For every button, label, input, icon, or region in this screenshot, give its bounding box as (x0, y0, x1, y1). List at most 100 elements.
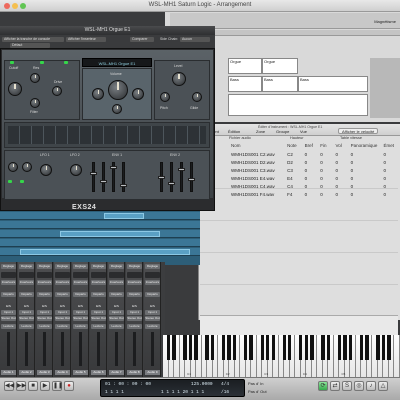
black-key[interactable] (326, 335, 331, 360)
channel-eq-display[interactable] (73, 272, 88, 278)
col-fine[interactable]: Bref (305, 143, 319, 149)
channel-output-select[interactable]: Stereo Out (55, 316, 70, 321)
lfo1-rate-knob[interactable] (40, 164, 52, 176)
zone-cell[interactable]: 0 (351, 167, 382, 173)
black-key[interactable] (243, 335, 248, 360)
black-key[interactable] (381, 335, 386, 360)
pause-icon[interactable]: ❚❚ (52, 381, 63, 391)
show-insert-button[interactable]: Afficher l'inserteur (66, 37, 106, 42)
channel-output-select[interactable]: Stereo Out (109, 316, 124, 321)
zone-cell[interactable]: 0 (320, 191, 333, 197)
channel-inserts-label[interactable]: Inserteurs (109, 280, 124, 285)
black-key[interactable] (172, 335, 176, 360)
channel-sends-label[interactable]: Départs (19, 292, 34, 297)
black-key[interactable] (321, 335, 325, 360)
zone-cell[interactable]: F4 (287, 191, 302, 197)
channel-output-select[interactable]: Stereo Out (1, 316, 16, 321)
zone-cell[interactable]: 0 (305, 191, 319, 197)
lfo-led[interactable] (8, 180, 12, 183)
black-key[interactable] (205, 335, 209, 360)
col-end[interactable]: Fin (320, 143, 333, 149)
black-key[interactable] (249, 335, 253, 360)
drive-knob[interactable] (52, 86, 62, 96)
env2-sustain-slider[interactable] (180, 162, 183, 192)
black-key[interactable] (304, 335, 308, 360)
channel-fader[interactable] (151, 332, 154, 366)
env2-decay-slider[interactable] (170, 162, 173, 192)
black-key[interactable] (227, 335, 231, 360)
stop-icon[interactable]: ■ (28, 381, 38, 391)
channel-setting-button[interactable]: Réglage (109, 264, 124, 269)
zone-file-cell[interactable]: WMH1DS001 C2.wav (231, 151, 285, 157)
track-region[interactable] (60, 231, 160, 237)
black-key[interactable] (266, 335, 270, 360)
channel-input-select[interactable]: Input 1 (91, 310, 106, 315)
black-key[interactable] (260, 335, 264, 360)
channel-setting-button[interactable]: Réglage (37, 264, 52, 269)
black-key[interactable] (288, 335, 292, 360)
black-key[interactable] (166, 335, 171, 360)
zone-cell[interactable]: 0 (383, 191, 398, 197)
white-key[interactable] (394, 335, 400, 377)
zone-cell[interactable]: 0 (305, 167, 319, 173)
black-key[interactable] (359, 335, 364, 360)
record-icon[interactable]: ● (64, 381, 74, 391)
mod-slots[interactable] (8, 126, 206, 144)
resonance-knob[interactable] (30, 73, 40, 83)
channel-eq-display[interactable] (55, 272, 70, 278)
zone-cell[interactable]: 0 (305, 159, 319, 165)
channel-setting-button[interactable]: Réglage (73, 264, 88, 269)
channel-input-select[interactable]: Input 1 (73, 310, 88, 315)
table-row[interactable]: WMH1DS001 F4.wav F4 0 0 0 0 0 (231, 191, 398, 197)
black-key[interactable] (271, 335, 275, 360)
track-lane[interactable] (0, 230, 200, 238)
zone-cell[interactable]: 0 (351, 191, 382, 197)
channel-fader[interactable] (79, 332, 82, 366)
forward-icon[interactable]: ▶▶ (16, 381, 26, 391)
zone-cell[interactable]: E4 (287, 175, 302, 181)
arrange-region[interactable]: Bass (228, 76, 262, 92)
channel-automation-select[interactable]: Lecture (109, 324, 124, 329)
channel-automation-select[interactable]: Lecture (37, 324, 52, 329)
preset-select[interactable]: Défaut (10, 43, 50, 48)
channel-sends-label[interactable]: Départs (109, 292, 124, 297)
black-key[interactable] (210, 335, 215, 360)
col-pan[interactable]: Panoramique (351, 143, 382, 149)
channel-fader[interactable] (115, 332, 118, 366)
transport-lcd[interactable]: 01 : 00 : 00 : 00 1 1 1 1 1 1 1 1 20 1 1… (100, 379, 245, 397)
zone-cell[interactable]: 0 (383, 175, 398, 181)
black-key[interactable] (337, 335, 342, 360)
black-key[interactable] (343, 335, 347, 360)
slider-handle[interactable] (178, 168, 185, 171)
black-key[interactable] (232, 335, 237, 360)
pitch-knob[interactable] (132, 88, 144, 100)
pitch-bend-knob[interactable] (160, 92, 170, 102)
zone-file-cell[interactable]: WMH1DS001 C3.wav (231, 167, 285, 173)
zone-cell[interactable]: 0 (305, 175, 319, 181)
channel-automation-select[interactable]: Lecture (145, 324, 160, 329)
channel-sends-label[interactable]: Départs (145, 292, 160, 297)
filter-led[interactable] (40, 61, 44, 64)
channel-eq-display[interactable] (109, 272, 124, 278)
channel-setting-button[interactable]: Réglage (127, 264, 142, 269)
channel-input-select[interactable]: Input 1 (109, 310, 124, 315)
zone-file-cell[interactable]: WMH1DS001 F4.wav (231, 191, 285, 197)
channel-fader[interactable] (25, 332, 28, 366)
track-lane[interactable] (0, 239, 200, 247)
track-lane[interactable] (0, 248, 200, 256)
channel-automation-select[interactable]: Lecture (19, 324, 34, 329)
lfo-led[interactable] (20, 180, 24, 183)
zone-cell[interactable]: 0 (320, 167, 333, 173)
channel-eq-display[interactable] (91, 272, 106, 278)
col-name[interactable]: Nom (231, 143, 285, 149)
black-key[interactable] (221, 335, 226, 360)
channel-automation-select[interactable]: Lecture (1, 324, 16, 329)
filter-on-led[interactable] (10, 61, 14, 64)
channel-inserts-label[interactable]: Inserteurs (55, 280, 70, 285)
channel-input-select[interactable]: Input 1 (145, 310, 160, 315)
menu-group[interactable]: Groupe (276, 129, 289, 134)
click-icon[interactable]: ♪ (366, 381, 376, 391)
play-icon[interactable]: ▶ (40, 381, 50, 391)
channel-inserts-label[interactable]: Inserteurs (145, 280, 160, 285)
channel-sends-label[interactable]: Départs (127, 292, 142, 297)
